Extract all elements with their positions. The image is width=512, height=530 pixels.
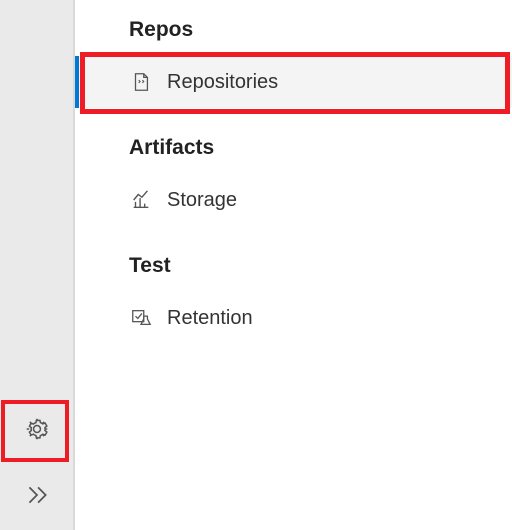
nav-item-label: Retention: [167, 307, 253, 330]
nav-item-repositories[interactable]: Repositories: [75, 56, 512, 108]
section-header-artifacts: Artifacts: [75, 108, 512, 174]
gear-icon: [24, 416, 50, 447]
expand-button[interactable]: [0, 464, 74, 530]
rail-bottom-group: [0, 398, 74, 530]
nav-item-storage[interactable]: Storage: [75, 174, 512, 226]
retention-icon: [129, 306, 153, 330]
section-header-repos: Repos: [75, 4, 512, 56]
nav-item-label: Repositories: [167, 71, 278, 94]
repository-icon: [129, 70, 153, 94]
nav-item-retention[interactable]: Retention: [75, 292, 512, 344]
storage-chart-icon: [129, 188, 153, 212]
nav-item-label: Storage: [167, 189, 237, 212]
settings-panel: Repos Repositories Artifacts Storage Tes…: [74, 0, 512, 530]
section-header-test: Test: [75, 226, 512, 292]
settings-button[interactable]: [0, 398, 74, 464]
chevron-double-right-icon: [24, 482, 50, 513]
left-rail: [0, 0, 74, 530]
